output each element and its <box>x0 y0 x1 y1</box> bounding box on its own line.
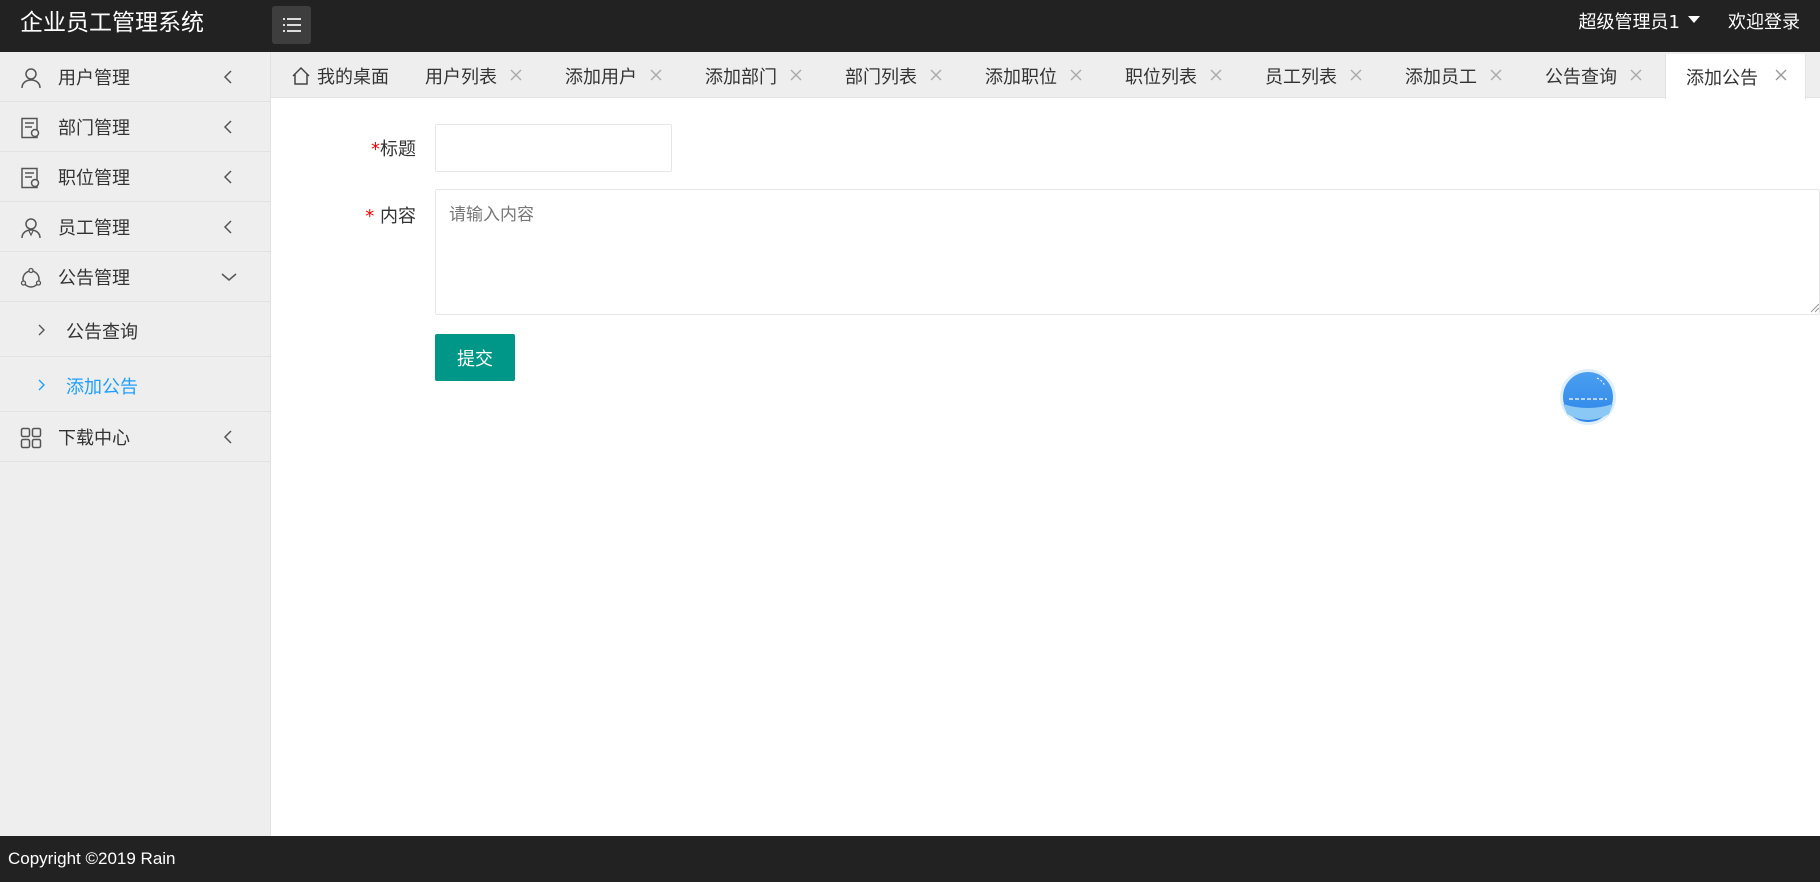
floating-assistant-icon[interactable] <box>1559 368 1617 426</box>
tab-label: 添加公告 <box>1686 67 1758 89</box>
chevron-down-icon <box>221 273 237 281</box>
top-header: 企业员工管理系统 超级管理员1 欢迎登录 <box>0 0 1820 52</box>
tab-label: 添加员工 <box>1405 67 1477 88</box>
menu-toggle-button[interactable] <box>272 6 311 44</box>
tab-label: 添加部门 <box>705 67 777 88</box>
sidebar-subitem-notice-query[interactable]: 公告查询 <box>0 302 270 357</box>
chevron-left-icon <box>223 120 232 134</box>
sidebar-subitem-label: 公告查询 <box>66 322 138 343</box>
tab-label: 添加用户 <box>565 67 637 88</box>
tab-position-list[interactable]: 职位列表 <box>1105 54 1245 98</box>
document-icon <box>21 167 40 189</box>
close-icon[interactable] <box>649 68 663 82</box>
home-icon <box>292 66 310 85</box>
close-icon[interactable] <box>1069 68 1083 82</box>
footer: Copyright ©2019 Rain <box>0 836 1820 882</box>
close-icon[interactable] <box>789 68 803 82</box>
sidebar-item-label: 部门管理 <box>58 117 130 139</box>
admin-name: 超级管理员1 <box>1578 12 1680 33</box>
tab-label: 我的桌面 <box>317 67 389 88</box>
sidebar: 用户管理 部门管理 职位管理 员工管理 公告管理 公告查询 添加公告 下载中心 <box>0 52 271 836</box>
sidebar-item-label: 员工管理 <box>58 217 130 239</box>
tab-label: 员工列表 <box>1265 67 1337 88</box>
tab-label: 部门列表 <box>845 67 917 88</box>
tab-add-employee[interactable]: 添加员工 <box>1385 54 1525 98</box>
sidebar-item-label: 下载中心 <box>58 427 130 449</box>
tab-add-notice[interactable]: 添加公告 <box>1665 54 1806 99</box>
tab-department-list[interactable]: 部门列表 <box>825 54 965 98</box>
tab-add-position[interactable]: 添加职位 <box>965 54 1105 98</box>
close-icon[interactable] <box>1629 68 1643 82</box>
title-input[interactable] <box>435 124 672 172</box>
close-icon[interactable] <box>509 68 523 82</box>
tab-label: 公告查询 <box>1545 67 1617 88</box>
tab-label: 添加职位 <box>985 67 1057 88</box>
submit-button[interactable]: 提交 <box>435 334 515 381</box>
tab-my-desktop[interactable]: 我的桌面 <box>271 54 409 98</box>
tab-label: 用户列表 <box>425 67 497 88</box>
document-icon <box>21 117 40 139</box>
tab-bar: 我的桌面 用户列表 添加用户 添加部门 部门列表 添加职位 职位列表 员工列表 … <box>271 52 1820 99</box>
sidebar-item-label: 用户管理 <box>58 67 130 89</box>
notice-icon <box>20 267 42 288</box>
title-label: *标题 <box>371 139 416 160</box>
sidebar-item-users[interactable]: 用户管理 <box>0 52 270 102</box>
tab-employee-list[interactable]: 员工列表 <box>1245 54 1385 98</box>
list-icon <box>282 18 301 20</box>
close-icon[interactable] <box>1209 68 1223 82</box>
sidebar-item-downloads[interactable]: 下载中心 <box>0 412 270 462</box>
employee-icon <box>21 218 41 239</box>
caret-down-icon <box>1688 15 1700 23</box>
chevron-right-icon <box>38 324 45 336</box>
required-mark: * <box>365 206 375 227</box>
sidebar-item-employees[interactable]: 员工管理 <box>0 202 270 252</box>
close-icon[interactable] <box>1349 68 1363 82</box>
chevron-left-icon <box>223 430 232 444</box>
chevron-left-icon <box>223 220 232 234</box>
app-title: 企业员工管理系统 <box>20 10 204 36</box>
grid-icon <box>20 427 42 449</box>
chevron-left-icon <box>223 170 232 184</box>
tab-user-list[interactable]: 用户列表 <box>405 54 545 98</box>
resize-grip-icon[interactable] <box>1809 302 1820 313</box>
admin-user-dropdown[interactable]: 超级管理员1 <box>1579 0 1700 46</box>
welcome-link[interactable]: 欢迎登录 <box>1728 0 1800 46</box>
tab-add-user[interactable]: 添加用户 <box>545 54 685 98</box>
sidebar-item-label: 职位管理 <box>58 167 130 189</box>
close-icon[interactable] <box>1489 68 1503 82</box>
chevron-left-icon <box>223 70 232 84</box>
close-icon[interactable] <box>1774 68 1788 82</box>
tab-notice-query[interactable]: 公告查询 <box>1525 54 1665 98</box>
sidebar-item-notices[interactable]: 公告管理 <box>0 252 270 302</box>
user-icon <box>21 68 41 89</box>
copyright-text: Copyright ©2019 Rain <box>8 849 176 868</box>
tab-add-department[interactable]: 添加部门 <box>685 54 825 98</box>
required-mark: * <box>371 139 380 160</box>
sidebar-item-positions[interactable]: 职位管理 <box>0 152 270 202</box>
tab-label: 职位列表 <box>1125 67 1197 88</box>
content-textarea[interactable] <box>435 189 1820 315</box>
chevron-right-icon <box>38 379 45 391</box>
sidebar-subitem-label: 添加公告 <box>66 377 138 398</box>
sidebar-item-departments[interactable]: 部门管理 <box>0 102 270 152</box>
sidebar-item-label: 公告管理 <box>58 267 130 289</box>
sidebar-subitem-add-notice[interactable]: 添加公告 <box>0 357 270 412</box>
close-icon[interactable] <box>929 68 943 82</box>
content-label: * 内容 <box>365 206 416 227</box>
